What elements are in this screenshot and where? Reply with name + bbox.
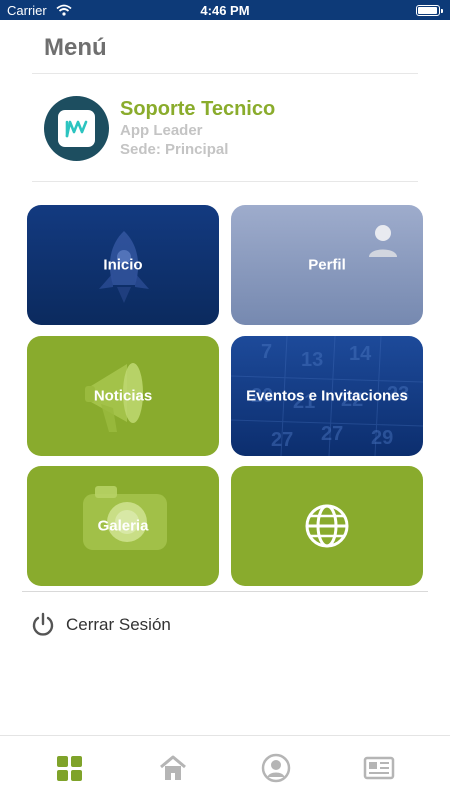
svg-text:29: 29 [371,427,393,449]
tile-eventos[interactable]: 7 13 14 20 21 22 23 27 27 29 Eventos e Invitaci… [231,336,423,456]
avatar [44,96,109,161]
tile-label: Inicio [103,256,143,274]
newspaper-icon [361,756,397,788]
tile-perfil[interactable]: Perfil [231,205,423,325]
nav-home-button[interactable] [155,752,191,784]
tile-label: Perfil [308,256,346,274]
tile-label: Galeria [97,517,149,535]
brand-logo-icon [58,110,95,147]
page-title: Menú [44,34,107,61]
user-circle-icon [258,753,294,788]
nav-news-button[interactable] [361,752,397,784]
svg-text:13: 13 [301,349,323,371]
divider [22,591,428,592]
profile-role: App Leader [120,122,203,139]
status-bar: Carrier 4:46 PM [0,0,450,20]
logout-label: Cerrar Sesión [66,615,171,634]
tile-label: Noticias [93,387,153,405]
nav-grid-button[interactable] [52,752,88,784]
tile-galeria[interactable]: Galeria [27,466,219,586]
tile-label: Eventos e Invitaciones [246,387,408,405]
tile-web[interactable] [231,466,423,586]
battery-icon [416,5,443,16]
svg-text:27: 27 [321,423,343,445]
svg-text:14: 14 [349,343,372,365]
globe-icon [304,503,350,554]
home-icon [155,755,191,788]
divider [32,73,418,74]
power-icon [32,612,54,641]
profile-name: Soporte Tecnico [120,98,276,120]
profile-site: Sede: Principal [120,141,229,158]
bottom-nav [0,735,450,800]
logout-button[interactable]: Cerrar Sesión [22,604,428,644]
grid-icon [52,756,88,788]
tile-noticias[interactable]: Noticias [27,336,219,456]
nav-profile-button[interactable] [258,752,294,784]
tile-inicio[interactable]: Inicio [27,205,219,325]
svg-text:7: 7 [261,341,272,363]
clock: 4:46 PM [200,3,250,18]
divider [32,181,418,182]
